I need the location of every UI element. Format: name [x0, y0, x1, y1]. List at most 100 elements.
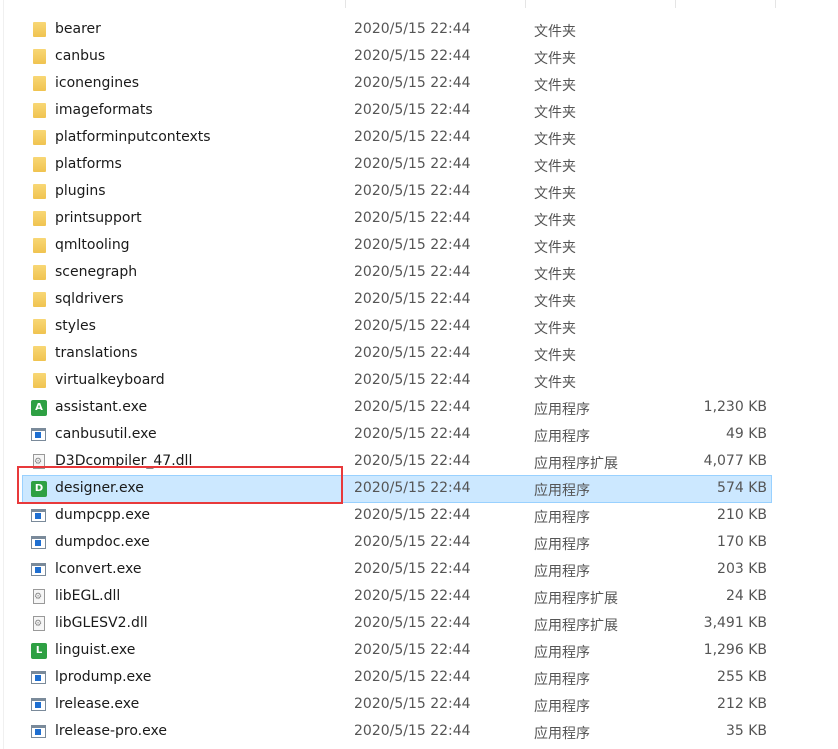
folder-icon	[33, 265, 46, 280]
file-name: qmltooling	[55, 237, 130, 253]
file-type: 文件夹	[534, 321, 576, 337]
file-size: 1,296 KB	[703, 642, 767, 658]
file-name: lconvert.exe	[55, 561, 142, 577]
file-date: 2020/5/15 22:44	[354, 696, 471, 712]
file-row[interactable]: libGLESV2.dll 2020/5/15 22:44 应用程序扩展 3,491 …	[22, 610, 772, 638]
folder-icon	[33, 346, 46, 361]
file-name: virtualkeyboard	[55, 372, 165, 388]
file-size: 24 KB	[725, 588, 767, 604]
folder-icon	[33, 76, 46, 91]
file-name: lrelease-pro.exe	[55, 723, 167, 739]
file-date: 2020/5/15 22:44	[354, 642, 471, 658]
file-row[interactable]: platforms 2020/5/15 22:44 文件夹	[22, 151, 772, 179]
file-name: sqldrivers	[55, 291, 124, 307]
file-size: 1,230 KB	[703, 399, 767, 415]
file-row[interactable]: translations 2020/5/15 22:44 文件夹	[22, 340, 772, 368]
file-type: 文件夹	[534, 294, 576, 310]
file-row[interactable]: D3Dcompiler_47.dll 2020/5/15 22:44 应用程序扩展 4…	[22, 448, 772, 476]
file-name: designer.exe	[55, 480, 144, 496]
file-type: 应用程序	[534, 429, 590, 445]
file-type: 文件夹	[534, 132, 576, 148]
file-size: 35 KB	[725, 723, 767, 739]
file-row[interactable]: lconvert.exe 2020/5/15 22:44 应用程序 203 KB	[22, 556, 772, 584]
file-row[interactable]: virtualkeyboard 2020/5/15 22:44 文件夹	[22, 367, 772, 395]
file-row[interactable]: sqldrivers 2020/5/15 22:44 文件夹	[22, 286, 772, 314]
file-type: 文件夹	[534, 159, 576, 175]
file-type: 应用程序扩展	[534, 591, 618, 607]
file-size: 203 KB	[717, 561, 767, 577]
file-date: 2020/5/15 22:44	[354, 399, 471, 415]
file-date: 2020/5/15 22:44	[354, 426, 471, 442]
file-date: 2020/5/15 22:44	[354, 372, 471, 388]
file-row[interactable]: libEGL.dll 2020/5/15 22:44 应用程序扩展 24 KB	[22, 583, 772, 611]
file-type: 文件夹	[534, 24, 576, 40]
file-type: 应用程序	[534, 564, 590, 580]
file-type: 文件夹	[534, 267, 576, 283]
assistant-app-icon: A	[31, 400, 47, 416]
exe-icon	[31, 536, 46, 549]
file-type: 文件夹	[534, 240, 576, 256]
file-type: 文件夹	[534, 186, 576, 202]
file-date: 2020/5/15 22:44	[354, 669, 471, 685]
folder-icon	[33, 184, 46, 199]
folder-icon	[33, 292, 46, 307]
file-size: 170 KB	[717, 534, 767, 550]
folder-icon	[33, 211, 46, 226]
file-row[interactable]: Llinguist.exe 2020/5/15 22:44 应用程序 1,296 KB	[22, 637, 772, 665]
file-row[interactable]: bearer 2020/5/15 22:44 文件夹	[22, 16, 772, 44]
file-date: 2020/5/15 22:44	[354, 507, 471, 523]
column-divider-size[interactable]	[675, 0, 676, 8]
file-row[interactable]: styles 2020/5/15 22:44 文件夹	[22, 313, 772, 341]
file-date: 2020/5/15 22:44	[354, 480, 471, 496]
exe-icon	[31, 725, 46, 738]
file-name: plugins	[55, 183, 106, 199]
file-row[interactable]: dumpdoc.exe 2020/5/15 22:44 应用程序 170 KB	[22, 529, 772, 557]
file-date: 2020/5/15 22:44	[354, 21, 471, 37]
file-name: imageformats	[55, 102, 153, 118]
folder-icon	[33, 319, 46, 334]
file-name: libGLESV2.dll	[55, 615, 148, 631]
file-name: lrelease.exe	[55, 696, 140, 712]
file-size: 4,077 KB	[703, 453, 767, 469]
file-name: platforminputcontexts	[55, 129, 211, 145]
exe-icon	[31, 671, 46, 684]
file-type: 文件夹	[534, 51, 576, 67]
file-row[interactable]: plugins 2020/5/15 22:44 文件夹	[22, 178, 772, 206]
file-type: 文件夹	[534, 213, 576, 229]
file-name: platforms	[55, 156, 122, 172]
file-size: 212 KB	[717, 696, 767, 712]
folder-icon	[33, 103, 46, 118]
file-row[interactable]: canbus 2020/5/15 22:44 文件夹	[22, 43, 772, 71]
column-divider-date[interactable]	[345, 0, 346, 8]
file-row[interactable]: platforminputcontexts 2020/5/15 22:44 文件夹	[22, 124, 772, 152]
file-row[interactable]: qmltooling 2020/5/15 22:44 文件夹	[22, 232, 772, 260]
folder-icon	[33, 22, 46, 37]
file-row[interactable]: canbusutil.exe 2020/5/15 22:44 应用程序 49 KB	[22, 421, 772, 449]
file-row[interactable]: lrelease.exe 2020/5/15 22:44 应用程序 212 KB	[22, 691, 772, 719]
designer-app-icon: D	[31, 481, 47, 497]
file-row[interactable]: lrelease-pro.exe 2020/5/15 22:44 应用程序 35 KB	[22, 718, 772, 746]
file-date: 2020/5/15 22:44	[354, 723, 471, 739]
column-divider-end[interactable]	[775, 0, 776, 8]
file-date: 2020/5/15 22:44	[354, 345, 471, 361]
file-date: 2020/5/15 22:44	[354, 48, 471, 64]
column-divider-type[interactable]	[525, 0, 526, 8]
file-date: 2020/5/15 22:44	[354, 183, 471, 199]
file-row[interactable]: dumpcpp.exe 2020/5/15 22:44 应用程序 210 KB	[22, 502, 772, 530]
file-row[interactable]: scenegraph 2020/5/15 22:44 文件夹	[22, 259, 772, 287]
file-date: 2020/5/15 22:44	[354, 75, 471, 91]
file-row[interactable]: Aassistant.exe 2020/5/15 22:44 应用程序 1,230 K…	[22, 394, 772, 422]
file-row[interactable]: Ddesigner.exe 2020/5/15 22:44 应用程序 574 KB	[22, 475, 772, 503]
exe-icon	[31, 698, 46, 711]
file-row[interactable]: lprodump.exe 2020/5/15 22:44 应用程序 255 KB	[22, 664, 772, 692]
file-name: dumpdoc.exe	[55, 534, 150, 550]
file-row[interactable]: printsupport 2020/5/15 22:44 文件夹	[22, 205, 772, 233]
file-row[interactable]: imageformats 2020/5/15 22:44 文件夹	[22, 97, 772, 125]
file-name: canbus	[55, 48, 106, 64]
file-name: linguist.exe	[55, 642, 136, 658]
file-date: 2020/5/15 22:44	[354, 561, 471, 577]
file-name: printsupport	[55, 210, 142, 226]
file-type: 应用程序	[534, 537, 590, 553]
file-row[interactable]: iconengines 2020/5/15 22:44 文件夹	[22, 70, 772, 98]
file-date: 2020/5/15 22:44	[354, 102, 471, 118]
